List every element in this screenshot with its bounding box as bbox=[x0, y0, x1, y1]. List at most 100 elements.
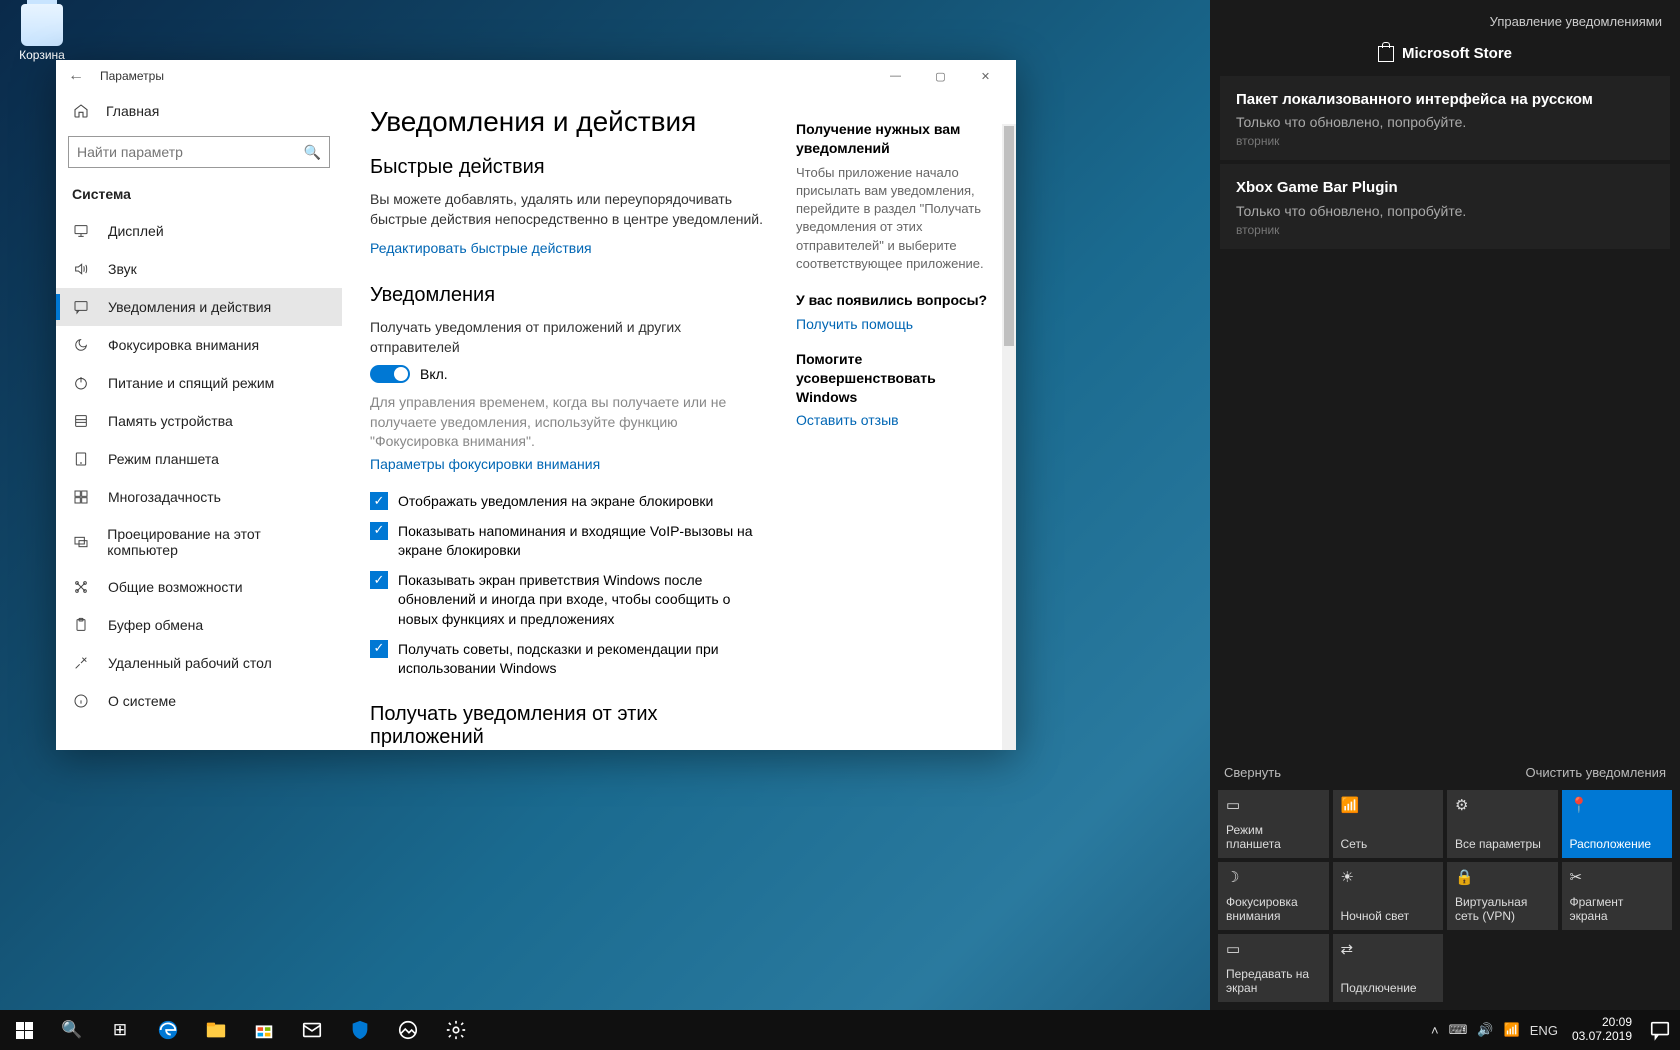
tray-language[interactable]: ENG bbox=[1530, 1023, 1558, 1038]
maximize-button[interactable]: ▢ bbox=[918, 62, 963, 90]
taskbar-clock[interactable]: 20:09 03.07.2019 bbox=[1564, 1016, 1640, 1044]
sidebar-home[interactable]: Главная bbox=[56, 92, 342, 130]
system-tray[interactable]: ˄ ⌨ 🔊 📶 ENG bbox=[1425, 1022, 1564, 1038]
quick-action-nightlight[interactable]: ☀Ночной свет bbox=[1333, 862, 1444, 930]
recycle-bin[interactable]: Корзина bbox=[12, 4, 72, 62]
mail-button[interactable] bbox=[288, 1010, 336, 1050]
quick-action-label: Передавать на экран bbox=[1226, 968, 1321, 996]
manage-notifications-link[interactable]: Управление уведомлениями bbox=[1210, 0, 1680, 37]
tray-chevron-icon[interactable]: ˄ bbox=[1431, 1023, 1439, 1038]
notification-title: Xbox Game Bar Plugin bbox=[1236, 178, 1654, 198]
checkbox-row-3: ✓Получать советы, подсказки и рекомендац… bbox=[370, 640, 770, 679]
display-icon bbox=[72, 222, 90, 240]
vpn-icon: 🔒 bbox=[1455, 868, 1550, 886]
quick-action-tablet[interactable]: ▭Режим планшета bbox=[1218, 790, 1329, 858]
search-box[interactable]: 🔍 bbox=[68, 136, 330, 168]
sidebar-item-sound[interactable]: Звук bbox=[56, 250, 342, 288]
settings-button[interactable] bbox=[432, 1010, 480, 1050]
sidebar-item-about[interactable]: О системе bbox=[56, 682, 342, 720]
sidebar-nav-list: Дисплей Звук Уведомления и действияФокусир… bbox=[56, 212, 342, 750]
search-input[interactable] bbox=[77, 144, 304, 160]
task-view-button[interactable]: ⊞ bbox=[96, 1010, 144, 1050]
sidebar-item-focus[interactable]: Фокусировка внимания bbox=[56, 326, 342, 364]
sidebar-item-label: Звук bbox=[108, 261, 137, 277]
quick-action-connect[interactable]: ⇄Подключение bbox=[1333, 934, 1444, 1002]
quick-action-label: Расположение bbox=[1570, 838, 1665, 852]
edit-quick-actions-link[interactable]: Редактировать быстрые действия bbox=[370, 240, 592, 256]
recycle-bin-icon bbox=[21, 4, 63, 46]
network-icon: 📶 bbox=[1341, 796, 1436, 814]
quick-action-snip[interactable]: ✂Фрагмент экрана bbox=[1562, 862, 1673, 930]
checkbox-3[interactable]: ✓ bbox=[370, 640, 388, 658]
sidebar-item-tablet[interactable]: Режим планшета bbox=[56, 440, 342, 478]
quick-action-settings[interactable]: ⚙Все параметры bbox=[1447, 790, 1558, 858]
remote-icon bbox=[72, 654, 90, 672]
taskbar: 🔍 ⊞ ˄ ⌨ 🔊 📶 ENG 20:09 03.07.2019 bbox=[0, 1010, 1680, 1050]
sidebar-item-display[interactable]: Дисплей bbox=[56, 212, 342, 250]
quick-actions-grid: ▭Режим планшета📶Сеть⚙Все параметры📍Распо… bbox=[1210, 786, 1680, 1010]
tray-keyboard-icon[interactable]: ⌨ bbox=[1449, 1022, 1468, 1038]
sidebar-item-clipboard[interactable]: Буфер обмена bbox=[56, 606, 342, 644]
window-title: Параметры bbox=[100, 69, 164, 83]
explorer-button[interactable] bbox=[192, 1010, 240, 1050]
checkbox-label-0: Отображать уведомления на экране блокиро… bbox=[398, 492, 713, 512]
aside-title-3: Помогите усовершенствовать Windows bbox=[796, 350, 996, 407]
quick-actions-heading: Быстрые действия bbox=[370, 156, 770, 179]
focus-assist-link[interactable]: Параметры фокусировки внимания bbox=[370, 456, 600, 472]
close-button[interactable]: ✕ bbox=[963, 62, 1008, 90]
quick-action-vpn[interactable]: 🔒Виртуальная сеть (VPN) bbox=[1447, 862, 1558, 930]
quick-action-focus[interactable]: ☽Фокусировка внимания bbox=[1218, 862, 1329, 930]
action-center-button[interactable] bbox=[1640, 1010, 1680, 1050]
collapse-button[interactable]: Свернуть bbox=[1224, 765, 1281, 780]
sidebar-item-storage[interactable]: Память устройства bbox=[56, 402, 342, 440]
sidebar-item-label: Буфер обмена bbox=[108, 617, 203, 633]
back-button[interactable]: ← bbox=[64, 67, 88, 85]
checkbox-1[interactable]: ✓ bbox=[370, 522, 388, 540]
notifications-heading: Уведомления bbox=[370, 284, 770, 307]
notifications-toggle[interactable] bbox=[370, 365, 410, 383]
sidebar-item-project[interactable]: Проецирование на этот компьютер bbox=[56, 516, 342, 568]
get-help-link[interactable]: Получить помощь bbox=[796, 316, 996, 332]
about-icon bbox=[72, 692, 90, 710]
sidebar-home-label: Главная bbox=[106, 103, 159, 119]
clipboard-icon bbox=[72, 616, 90, 634]
sidebar-item-multitask[interactable]: Многозадачность bbox=[56, 478, 342, 516]
search-button[interactable]: 🔍 bbox=[48, 1010, 96, 1050]
aside-panel: Получение нужных вам уведомлений Чтобы п… bbox=[796, 120, 996, 446]
sidebar-item-label: Режим планшета bbox=[108, 451, 219, 467]
quick-action-network[interactable]: 📶Сеть bbox=[1333, 790, 1444, 858]
minimize-button[interactable]: — bbox=[873, 62, 918, 90]
start-button[interactable] bbox=[0, 1010, 48, 1050]
notification-1[interactable]: Xbox Game Bar PluginТолько что обновлено… bbox=[1220, 164, 1670, 248]
quick-action-location[interactable]: 📍Расположение bbox=[1562, 790, 1673, 858]
settings-window: ← Параметры — ▢ ✕ Главная 🔍 Система Дисп… bbox=[56, 60, 1016, 750]
notification-time: вторник bbox=[1236, 223, 1654, 237]
edge-button[interactable] bbox=[144, 1010, 192, 1050]
tray-network-icon[interactable]: 📶 bbox=[1504, 1022, 1520, 1038]
sidebar-item-remote[interactable]: Удаленный рабочий стол bbox=[56, 644, 342, 682]
nightlight-icon: ☀ bbox=[1341, 868, 1436, 886]
quick-action-label: Все параметры bbox=[1455, 838, 1550, 852]
tray-volume-icon[interactable]: 🔊 bbox=[1477, 1022, 1493, 1038]
action-center: Управление уведомлениями Microsoft Store… bbox=[1210, 0, 1680, 1010]
scrollbar[interactable] bbox=[1002, 124, 1016, 750]
toggle-title: Получать уведомления от приложений и дру… bbox=[370, 317, 770, 358]
quick-action-cast[interactable]: ▭Передавать на экран bbox=[1218, 934, 1329, 1002]
checkbox-row-1: ✓ Показывать напоминания и входящие VoIP-… bbox=[370, 522, 770, 561]
sidebar-item-label: Многозадачность bbox=[108, 489, 221, 505]
tablet-icon bbox=[72, 450, 90, 468]
aside-title-1: Получение нужных вам уведомлений bbox=[796, 120, 996, 158]
sidebar-item-power[interactable]: Питание и спящий режим bbox=[56, 364, 342, 402]
feedback-link[interactable]: Оставить отзыв bbox=[796, 412, 996, 428]
clear-notifications-button[interactable]: Очистить уведомления bbox=[1526, 765, 1666, 780]
sidebar-item-notifications[interactable]: Уведомления и действия bbox=[56, 288, 342, 326]
photos-button[interactable] bbox=[384, 1010, 432, 1050]
checkbox-label-1: Показывать напоминания и входящие VoIP-в… bbox=[398, 522, 770, 561]
notification-0[interactable]: Пакет локализованного интерфейса на русс… bbox=[1220, 76, 1670, 160]
sidebar-item-shared[interactable]: Общие возможности bbox=[56, 568, 342, 606]
titlebar: ← Параметры — ▢ ✕ bbox=[56, 60, 1016, 92]
store-button[interactable] bbox=[240, 1010, 288, 1050]
checkbox-2[interactable]: ✓ bbox=[370, 571, 388, 589]
checkbox-0[interactable]: ✓ bbox=[370, 492, 388, 510]
security-button[interactable] bbox=[336, 1010, 384, 1050]
